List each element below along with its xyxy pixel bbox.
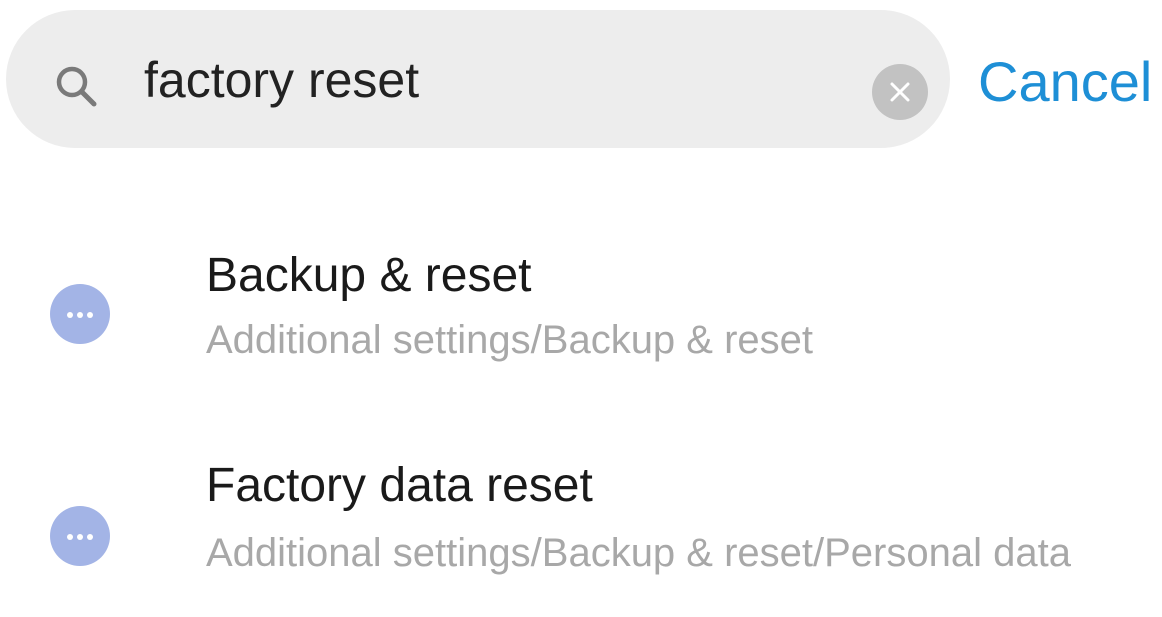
result-path: Additional settings/Backup & reset bbox=[206, 318, 814, 362]
search-icon bbox=[54, 64, 100, 110]
result-item-factory-data-reset[interactable]: Factory data reset Additional settings/B… bbox=[0, 450, 1162, 617]
more-dots-icon bbox=[50, 506, 110, 566]
result-item-backup-reset[interactable]: Backup & reset Additional settings/Backu… bbox=[0, 240, 1162, 370]
search-input[interactable] bbox=[144, 40, 844, 120]
clear-search-button[interactable] bbox=[872, 64, 928, 120]
cancel-button[interactable]: Cancel bbox=[978, 50, 1152, 114]
result-title: Backup & reset bbox=[206, 249, 532, 302]
close-icon bbox=[890, 82, 910, 102]
result-title: Factory data reset bbox=[206, 459, 593, 512]
result-path: Additional settings/Backup & reset/Perso… bbox=[206, 531, 1071, 575]
search-bar bbox=[6, 10, 950, 148]
more-dots-icon bbox=[50, 284, 110, 344]
